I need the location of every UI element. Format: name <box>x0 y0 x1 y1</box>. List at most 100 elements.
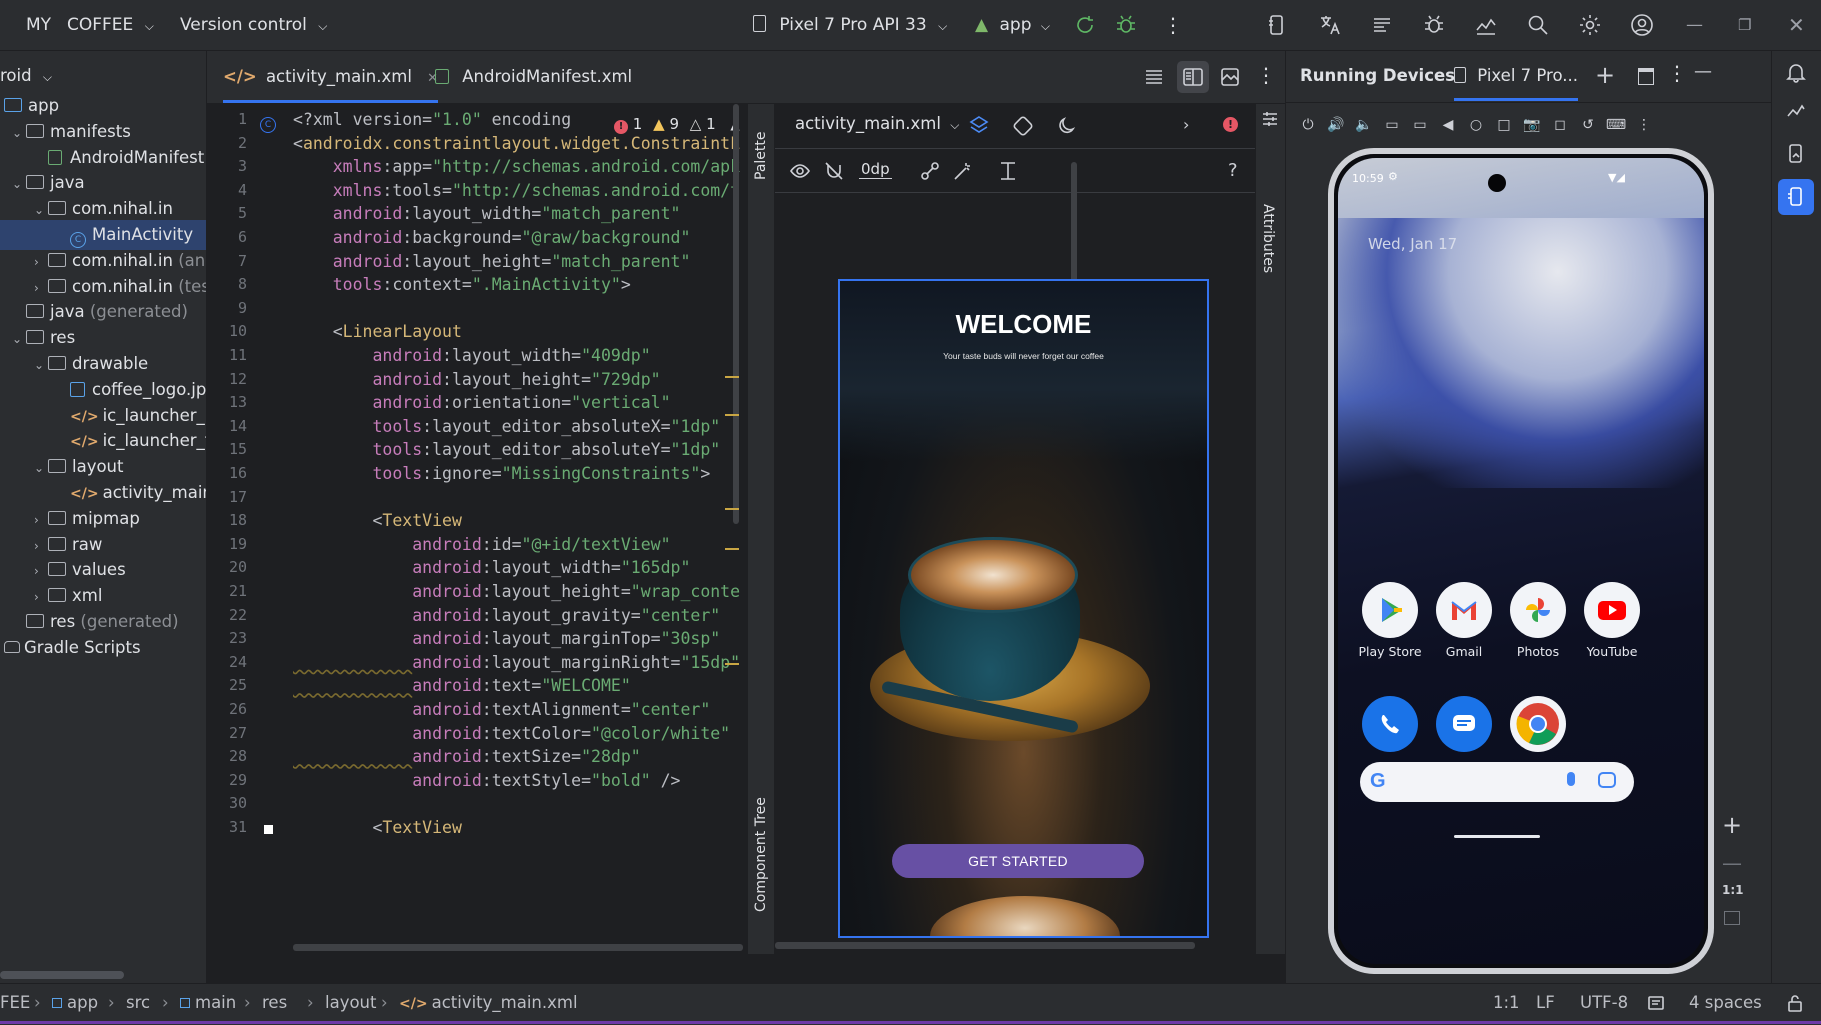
class-gutter-icon[interactable]: C <box>260 117 276 133</box>
inspection-widget[interactable]: ! 1 ▲ 9 △ 1 ▲ ▼ <box>610 112 764 136</box>
zoom-out-icon[interactable]: — <box>1722 851 1742 875</box>
breadcrumb-item[interactable]: main <box>180 984 236 1022</box>
gmail-icon[interactable] <box>1436 582 1492 638</box>
phone-app-icon[interactable] <box>1362 696 1418 752</box>
code-line[interactable]: tools:context=".MainActivity"> <box>293 271 631 298</box>
breadcrumb-item[interactable]: FEE <box>0 984 30 1022</box>
breadcrumb-item[interactable]: app <box>52 984 98 1022</box>
apply-changes-icon[interactable] <box>1074 14 1096 36</box>
warning-stripe-marker[interactable] <box>725 548 739 550</box>
volume-down-icon[interactable]: 🔈 <box>1352 113 1376 137</box>
project-selector[interactable]: COFFEE ⌵ <box>67 0 154 50</box>
bug-icon[interactable] <box>1422 13 1446 37</box>
orientation-icon[interactable] <box>1012 115 1034 137</box>
microphone-icon[interactable] <box>1567 772 1575 786</box>
magnet-off-icon[interactable] <box>823 160 845 182</box>
translate-icon[interactable] <box>1318 13 1342 37</box>
fit-screen-icon[interactable] <box>1724 911 1740 925</box>
project-view-selector[interactable]: roid ⌵ <box>0 61 52 91</box>
more-vertical-icon[interactable]: ⋮ <box>1256 63 1276 87</box>
lens-icon[interactable] <box>1598 772 1616 788</box>
back-icon[interactable]: ◀ <box>1436 113 1460 137</box>
home-icon[interactable]: ○ <box>1464 113 1488 137</box>
gesture-handle[interactable] <box>1454 835 1540 838</box>
eye-icon[interactable] <box>789 160 811 182</box>
volume-up-icon[interactable]: 🔊 <box>1324 113 1348 137</box>
error-icon[interactable]: ! <box>1223 117 1238 132</box>
vcs-menu[interactable]: Version control ⌵ <box>180 0 327 50</box>
play-store-icon[interactable] <box>1362 582 1418 638</box>
profiler-icon[interactable] <box>1474 13 1498 37</box>
palette-tab[interactable]: Palette <box>753 132 769 181</box>
debug-icon[interactable] <box>1115 14 1137 36</box>
search-icon[interactable] <box>1526 13 1550 37</box>
warning-stripe-marker[interactable] <box>725 414 739 416</box>
line-separator[interactable]: LF <box>1536 984 1555 1022</box>
messages-icon[interactable] <box>1436 696 1492 752</box>
run-config-selector[interactable]: ▲ app ⌵ <box>975 0 1050 50</box>
google-search-bar[interactable]: G <box>1360 762 1634 802</box>
chevron-right-icon[interactable]: › <box>1183 115 1189 134</box>
device-file-explorer-icon[interactable] <box>1785 143 1807 165</box>
layout-preview[interactable]: WELCOME Your taste buds will never forge… <box>838 279 1209 938</box>
add-device-icon[interactable]: + <box>1595 61 1615 89</box>
preview-subtitle[interactable]: Your taste buds will never forget our co… <box>840 351 1207 361</box>
chevron-down-icon[interactable]: ⌄ <box>12 169 26 199</box>
file-encoding[interactable]: UTF-8 <box>1580 984 1628 1022</box>
code-line[interactable]: tools:ignore="MissingConstraints"> <box>293 460 710 487</box>
account-icon[interactable] <box>1630 13 1654 37</box>
get-started-button[interactable]: GET STARTED <box>892 844 1144 878</box>
close-icon[interactable]: ✕ <box>1788 0 1805 50</box>
component-tree-tab[interactable]: Component Tree <box>753 797 769 912</box>
caret-position[interactable]: 1:1 <box>1493 984 1520 1022</box>
layout-file-dropdown[interactable]: activity_main.xml ⌵ <box>795 114 959 133</box>
warning-stripe-marker[interactable] <box>725 376 739 378</box>
help-icon[interactable]: ? <box>1228 160 1238 181</box>
breadcrumb-item[interactable]: src <box>126 984 150 1022</box>
chevron-down-icon[interactable]: ⌄ <box>12 324 26 354</box>
default-margin-selector[interactable]: 0dp <box>859 160 892 179</box>
warning-stripe-marker[interactable] <box>725 663 739 665</box>
minimize-panel-icon[interactable]: — <box>1694 61 1712 82</box>
magic-wand-icon[interactable] <box>952 160 974 182</box>
editor-horizontal-scrollbar[interactable] <box>293 944 743 951</box>
design-view-icon[interactable] <box>1219 66 1241 88</box>
design-blueprint-icon[interactable] <box>968 115 990 137</box>
zoom-in-icon[interactable]: + <box>1722 811 1742 839</box>
notifications-icon[interactable] <box>1785 61 1807 83</box>
night-mode-icon[interactable] <box>1056 115 1078 137</box>
design-horizontal-scrollbar[interactable] <box>775 942 1195 949</box>
chrome-icon[interactable] <box>1510 696 1566 752</box>
readonly-icon[interactable] <box>1646 993 1666 1013</box>
breadcrumb-item[interactable]: res <box>262 984 287 1022</box>
device-tab[interactable]: Pixel 7 Pro... <box>1454 51 1579 101</box>
overview-icon[interactable]: □ <box>1492 113 1516 137</box>
tree-item-gradle-scripts[interactable]: Gradle Scripts <box>0 633 141 663</box>
logcat-icon[interactable] <box>1370 13 1394 37</box>
more-vertical-icon[interactable]: ⋮ <box>1632 113 1656 137</box>
rotate-left-icon[interactable]: ▭ <box>1380 113 1404 137</box>
screen-record-icon[interactable]: ◻ <box>1548 113 1572 137</box>
warning-stripe-marker[interactable] <box>725 508 739 510</box>
code-editor[interactable]: <?xml version="1.0" encoding <androidx.co… <box>293 104 741 954</box>
rotate-right-icon[interactable]: ▭ <box>1408 113 1432 137</box>
restore-icon[interactable]: ❐ <box>1738 0 1751 50</box>
device-manager-icon[interactable] <box>1266 13 1290 37</box>
tab-android-manifest[interactable]: AndroidManifest.xml <box>435 51 632 103</box>
reset-icon[interactable]: ↺ <box>1576 113 1600 137</box>
gear-icon[interactable] <box>1578 13 1602 37</box>
more-vertical-icon[interactable]: ⋮ <box>1163 0 1183 50</box>
power-icon[interactable]: ⏻ <box>1296 113 1320 137</box>
zoom-actual-size[interactable]: 1:1 <box>1722 883 1744 897</box>
device-screen[interactable]: 10:59 ⚙ ▼◢ Wed, Jan 17 Play Store Gmail … <box>1338 158 1704 964</box>
minimize-icon[interactable]: — <box>1686 0 1703 50</box>
lock-icon[interactable] <box>1785 993 1805 1013</box>
align-icon[interactable] <box>997 160 1019 182</box>
screenshot-icon[interactable]: 📷 <box>1520 113 1544 137</box>
attributes-tab[interactable]: Attributes <box>1260 204 1276 273</box>
color-swatch-icon[interactable] <box>264 825 273 834</box>
device-selector[interactable]: Pixel 7 Pro API 33 ⌵ <box>753 0 947 50</box>
breadcrumb-item[interactable]: </> activity_main.xml <box>399 984 578 1022</box>
tab-activity-main[interactable]: </> activity_main.xml ✕ <box>223 51 439 103</box>
youtube-icon[interactable] <box>1584 582 1640 638</box>
